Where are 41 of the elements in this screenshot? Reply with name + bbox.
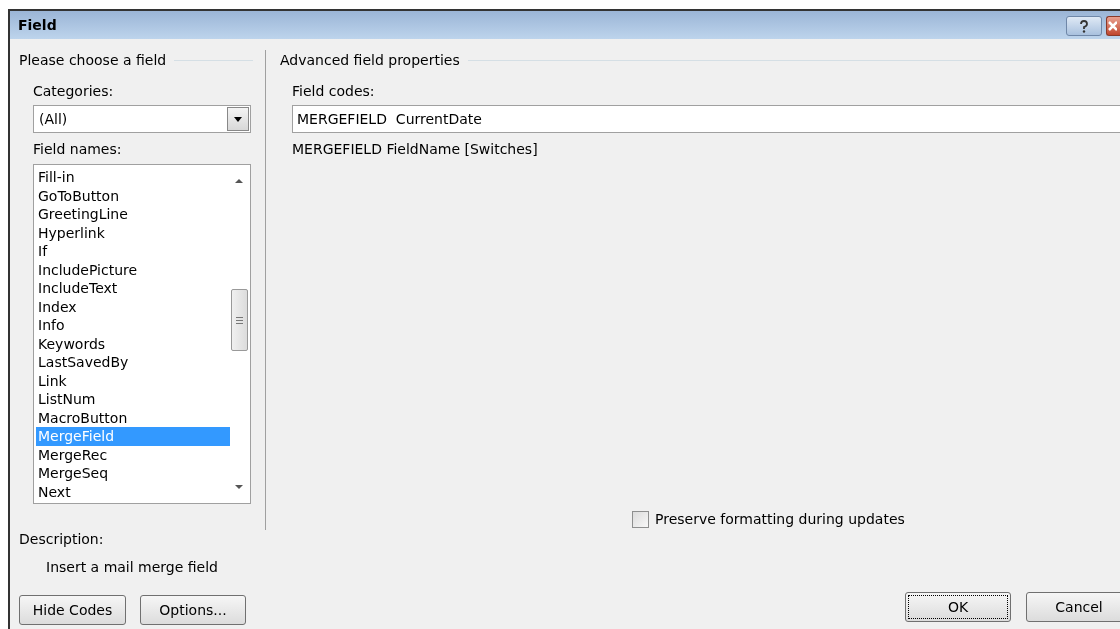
list-item[interactable]: ListNum — [36, 390, 230, 409]
field-names-label: Field names: — [33, 140, 123, 159]
list-item[interactable]: Keywords — [36, 334, 230, 353]
list-item[interactable]: IncludeText — [36, 279, 230, 298]
preserve-checkbox[interactable] — [632, 511, 649, 528]
close-button[interactable] — [1106, 16, 1120, 36]
section-heading: Advanced field properties — [280, 51, 460, 70]
list-item[interactable]: GreetingLine — [36, 205, 230, 224]
hide-codes-button[interactable]: Hide Codes — [19, 595, 126, 625]
field-codes-input[interactable]: MERGEFIELD CurrentDate — [292, 105, 1120, 133]
field-codes-label: Field codes: — [291, 82, 376, 101]
window-title: Field — [18, 15, 57, 35]
question-mark-icon — [1079, 19, 1089, 33]
description-text: Insert a mail merge field — [45, 558, 219, 577]
list-item[interactable]: Link — [36, 371, 230, 390]
syntax-text: MERGEFIELD FieldName [Switches] — [291, 140, 539, 159]
list-item[interactable]: If — [36, 242, 230, 261]
list-item[interactable]: Fill-in — [36, 168, 230, 187]
list-item[interactable]: LastSavedBy — [36, 353, 230, 372]
list-item[interactable]: Info — [36, 316, 230, 335]
description-label: Description: — [19, 530, 105, 549]
cancel-button[interactable]: Cancel — [1026, 592, 1120, 622]
list-item[interactable]: Next — [36, 482, 230, 501]
list-item[interactable]: GoToButton — [36, 186, 230, 205]
close-icon — [1107, 20, 1117, 32]
list-item[interactable]: Index — [36, 297, 230, 316]
scroll-up-icon — [235, 179, 243, 183]
categories-label: Categories: — [33, 82, 115, 101]
scroll-down-icon — [235, 485, 243, 489]
help-button[interactable] — [1066, 16, 1102, 36]
list-item[interactable]: MergeSeq — [36, 464, 230, 483]
list-item[interactable]: Hyperlink — [36, 223, 230, 242]
section-heading: Please choose a field — [19, 51, 167, 70]
list-item[interactable]: MergeRec — [36, 445, 230, 464]
list-item[interactable]: MacroButton — [36, 408, 230, 427]
ok-button[interactable]: OK — [905, 592, 1011, 622]
scroll-thumb[interactable] — [230, 289, 248, 351]
list-item[interactable]: IncludePicture — [36, 260, 230, 279]
preserve-label: Preserve formatting during updates — [655, 510, 905, 529]
categories-dropdown[interactable]: (All) — [33, 105, 251, 133]
options-button[interactable]: Options... — [140, 595, 246, 625]
